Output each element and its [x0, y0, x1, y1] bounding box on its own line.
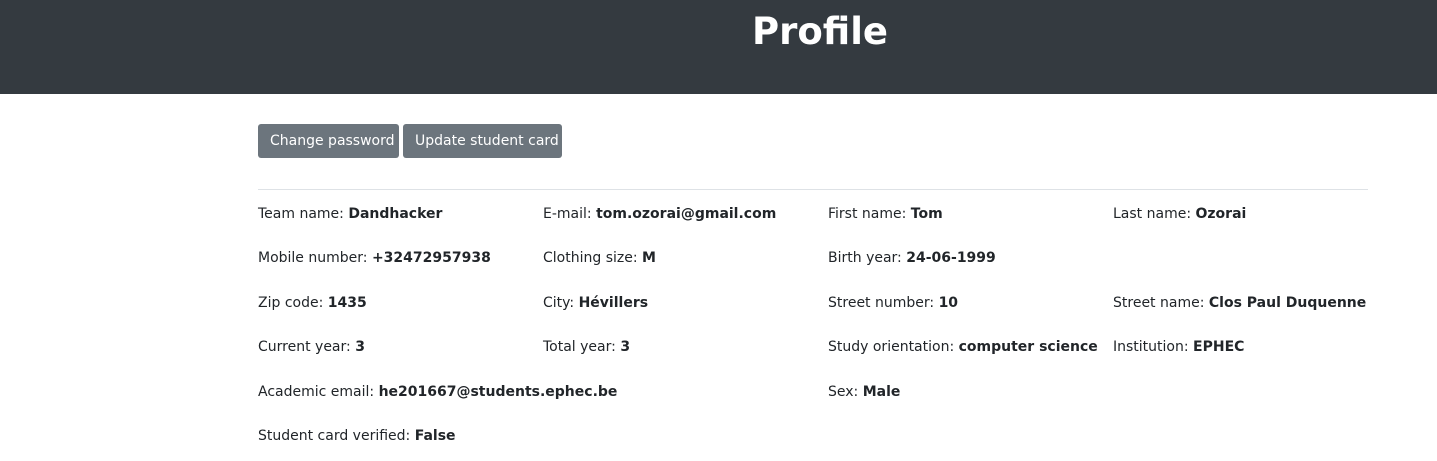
total-year-value: 3 — [620, 339, 631, 355]
email-field: E-mail: tom.ozorai@gmail.com — [543, 205, 776, 223]
academic-email-field: Academic email: he201667@students.ephec.… — [258, 383, 617, 401]
profile-actions: Change password Update student card — [258, 124, 562, 158]
page-title: Profile — [752, 10, 888, 53]
street-name-label: Street name: — [1113, 295, 1205, 311]
student-card-verified-value: False — [414, 428, 456, 444]
street-number-field: Street number: 10 — [828, 294, 958, 312]
clothing-size-label: Clothing size: — [543, 250, 638, 266]
zip-code-value: 1435 — [327, 295, 367, 311]
sex-value: Male — [862, 384, 901, 400]
last-name-label: Last name: — [1113, 206, 1192, 222]
city-value: Hévillers — [578, 295, 649, 311]
academic-email-label: Academic email: — [258, 384, 375, 400]
street-number-label: Street number: — [828, 295, 935, 311]
email-label: E-mail: — [543, 206, 592, 222]
zip-code-label: Zip code: — [258, 295, 324, 311]
student-card-verified-field: Student card verified: False — [258, 427, 456, 445]
institution-field: Institution: EPHEC — [1113, 338, 1244, 356]
study-orientation-value: computer science — [958, 339, 1098, 355]
study-orientation-field: Study orientation: computer science — [828, 338, 1098, 356]
first-name-field: First name: Tom — [828, 205, 943, 223]
study-orientation-label: Study orientation: — [828, 339, 955, 355]
first-name-label: First name: — [828, 206, 907, 222]
mobile-number-value: +32472957938 — [371, 250, 491, 266]
street-name-value: Clos Paul Duquenne — [1208, 295, 1367, 311]
zip-code-field: Zip code: 1435 — [258, 294, 367, 312]
sex-label: Sex: — [828, 384, 859, 400]
birth-year-field: Birth year: 24-06-1999 — [828, 249, 996, 267]
current-year-label: Current year: — [258, 339, 351, 355]
student-card-verified-label: Student card verified: — [258, 428, 411, 444]
birth-year-value: 24-06-1999 — [906, 250, 996, 266]
institution-value: EPHEC — [1193, 339, 1245, 355]
street-number-value: 10 — [938, 295, 959, 311]
academic-email-value: he201667@students.ephec.be — [378, 384, 618, 400]
page-header: Profile — [0, 0, 1437, 94]
city-field: City: Hévillers — [543, 294, 648, 312]
mobile-number-field: Mobile number: +32472957938 — [258, 249, 491, 267]
last-name-value: Ozorai — [1195, 206, 1247, 222]
street-name-field: Street name: Clos Paul Duquenne — [1113, 294, 1366, 312]
team-name-value: Dandhacker — [348, 206, 443, 222]
city-label: City: — [543, 295, 575, 311]
institution-label: Institution: — [1113, 339, 1189, 355]
profile-divider — [258, 189, 1368, 190]
total-year-label: Total year: — [543, 339, 616, 355]
last-name-field: Last name: Ozorai — [1113, 205, 1246, 223]
current-year-value: 3 — [355, 339, 365, 355]
email-value: tom.ozorai@gmail.com — [596, 206, 777, 222]
birth-year-label: Birth year: — [828, 250, 902, 266]
team-name-field: Team name: Dandhacker — [258, 205, 442, 223]
team-name-label: Team name: — [258, 206, 344, 222]
clothing-size-value: M — [642, 250, 656, 266]
clothing-size-field: Clothing size: M — [543, 249, 656, 267]
first-name-value: Tom — [910, 206, 943, 222]
sex-field: Sex: Male — [828, 383, 900, 401]
update-student-card-button[interactable]: Update student card — [403, 124, 562, 158]
mobile-number-label: Mobile number: — [258, 250, 368, 266]
change-password-button[interactable]: Change password — [258, 124, 399, 158]
total-year-field: Total year: 3 — [543, 338, 630, 356]
current-year-field: Current year: 3 — [258, 338, 365, 356]
